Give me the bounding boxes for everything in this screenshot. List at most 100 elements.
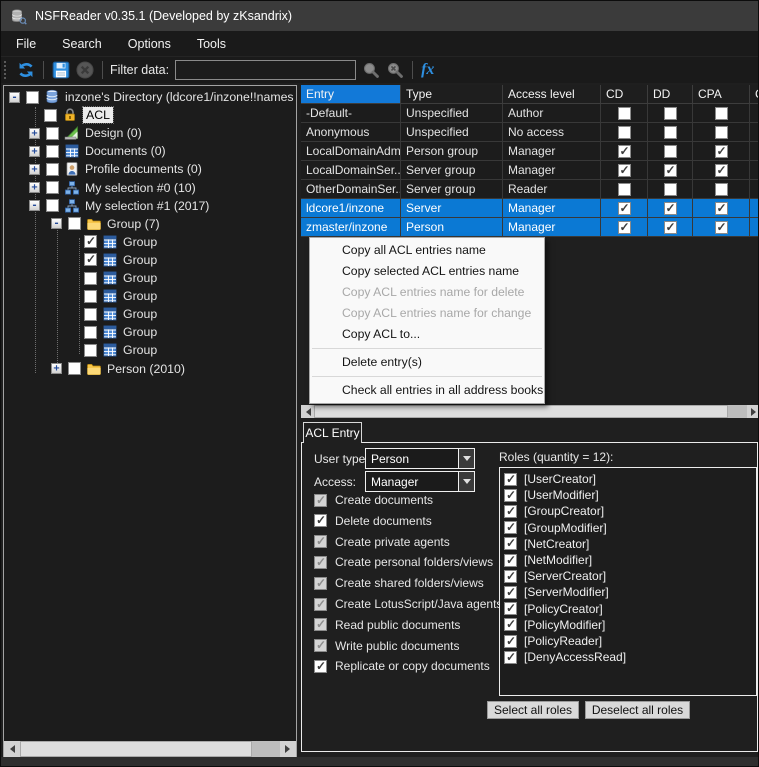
- dd-checkbox[interactable]: [664, 183, 677, 196]
- cell-cpa[interactable]: [693, 180, 750, 198]
- cell-entry[interactable]: LocalDomainAdm...: [301, 142, 401, 160]
- tree-item[interactable]: - Group (7): [4, 215, 296, 233]
- cell-cpa[interactable]: [693, 218, 750, 236]
- scroll-right-arrow[interactable]: [280, 741, 296, 757]
- cd-checkbox[interactable]: [618, 164, 631, 177]
- cell-type[interactable]: Server group: [401, 161, 503, 179]
- tree-expander[interactable]: +: [29, 146, 40, 157]
- tree-item-label[interactable]: Profile documents (0): [85, 162, 202, 176]
- tree-item[interactable]: + Documents (0): [4, 142, 296, 160]
- cell-type[interactable]: Server group: [401, 180, 503, 198]
- cd-checkbox[interactable]: [618, 202, 631, 215]
- tree-checkbox[interactable]: [46, 127, 59, 140]
- tree-item-label[interactable]: ACL: [83, 107, 113, 123]
- scroll-left-arrow[interactable]: [4, 741, 20, 757]
- tree-expander[interactable]: +: [29, 182, 40, 193]
- acl-table-row[interactable]: LocalDomainSer... Server group Manager: [301, 161, 759, 180]
- tree-checkbox[interactable]: [84, 326, 97, 339]
- tree-item[interactable]: + My selection #0 (10): [4, 179, 296, 197]
- privilege-item[interactable]: Write public documents: [314, 636, 460, 656]
- role-item[interactable]: [GroupModifier]: [504, 520, 607, 536]
- cell-access-level[interactable]: No access: [503, 123, 601, 141]
- tree-checkbox[interactable]: [84, 308, 97, 321]
- tree-item[interactable]: Group: [4, 251, 296, 269]
- privilege-item[interactable]: Read public documents: [314, 615, 460, 635]
- cell-entry[interactable]: -Default-: [301, 104, 401, 122]
- role-checkbox[interactable]: [504, 489, 517, 502]
- role-item[interactable]: [PolicyReader]: [504, 633, 602, 649]
- menu-search[interactable]: Search: [49, 33, 115, 55]
- cell-access-level[interactable]: Manager: [503, 218, 601, 236]
- cell-access-level[interactable]: Manager: [503, 161, 601, 179]
- privilege-item[interactable]: Create LotusScript/Java agents: [314, 594, 502, 614]
- cell-dd[interactable]: [648, 161, 693, 179]
- cpa-checkbox[interactable]: [715, 107, 728, 120]
- tree-checkbox[interactable]: [84, 235, 97, 248]
- context-menu-item[interactable]: Copy all ACL entries name: [310, 240, 544, 261]
- cell-cd[interactable]: [601, 142, 648, 160]
- column-type[interactable]: Type: [401, 85, 503, 103]
- cpa-checkbox[interactable]: [715, 221, 728, 234]
- role-item[interactable]: [UserCreator]: [504, 471, 596, 487]
- scrollbar-track[interactable]: [728, 405, 747, 418]
- cell-entry[interactable]: ldcore1/inzone: [301, 199, 401, 217]
- cell-entry[interactable]: LocalDomainSer...: [301, 161, 401, 179]
- context-menu-item[interactable]: Delete entry(s): [310, 352, 544, 373]
- tree-item-label[interactable]: Group: [123, 235, 157, 249]
- column-truncated[interactable]: C: [750, 85, 759, 103]
- privilege-checkbox[interactable]: [314, 514, 327, 527]
- role-item[interactable]: [NetCreator]: [504, 536, 589, 552]
- dd-checkbox[interactable]: [664, 126, 677, 139]
- search-icon[interactable]: [361, 60, 381, 80]
- cpa-checkbox[interactable]: [715, 202, 728, 215]
- context-menu-item[interactable]: Copy selected ACL entries name: [310, 261, 544, 282]
- tree-expander[interactable]: +: [29, 128, 40, 139]
- cell-entry[interactable]: OtherDomainSer...: [301, 180, 401, 198]
- tree-item-label[interactable]: Group: [123, 343, 157, 357]
- dd-checkbox[interactable]: [664, 164, 677, 177]
- scrollbar-track[interactable]: [252, 741, 280, 757]
- filter-input[interactable]: [175, 60, 356, 80]
- role-item[interactable]: [UserModifier]: [504, 487, 599, 503]
- role-checkbox[interactable]: [504, 505, 517, 518]
- tree-checkbox[interactable]: [46, 145, 59, 158]
- refresh-icon[interactable]: [16, 60, 36, 80]
- role-checkbox[interactable]: [504, 521, 517, 534]
- chevron-down-icon[interactable]: [458, 472, 474, 491]
- cpa-checkbox[interactable]: [715, 164, 728, 177]
- dd-checkbox[interactable]: [664, 202, 677, 215]
- cell-entry[interactable]: zmaster/inzone: [301, 218, 401, 236]
- tree-checkbox[interactable]: [84, 253, 97, 266]
- cpa-checkbox[interactable]: [715, 183, 728, 196]
- scrollbar-thumb[interactable]: [20, 741, 252, 757]
- tree-item-label[interactable]: Documents (0): [85, 144, 166, 158]
- tree-item[interactable]: Group: [4, 233, 296, 251]
- scrollbar-thumb[interactable]: [314, 405, 728, 418]
- privilege-item[interactable]: Replicate or copy documents: [314, 656, 490, 676]
- context-menu-item[interactable]: Check all entries in all address books: [310, 380, 544, 401]
- scroll-left-arrow[interactable]: [301, 405, 314, 418]
- cd-checkbox[interactable]: [618, 107, 631, 120]
- role-checkbox[interactable]: [504, 586, 517, 599]
- column-cd[interactable]: CD: [601, 85, 648, 103]
- table-hscrollbar[interactable]: [301, 405, 759, 418]
- tree-item-label[interactable]: Group: [123, 253, 157, 267]
- cell-cd[interactable]: [601, 161, 648, 179]
- tree-checkbox[interactable]: [84, 344, 97, 357]
- cpa-checkbox[interactable]: [715, 145, 728, 158]
- cell-dd[interactable]: [648, 123, 693, 141]
- tree-checkbox[interactable]: [26, 91, 39, 104]
- role-checkbox[interactable]: [504, 602, 517, 615]
- role-checkbox[interactable]: [504, 618, 517, 631]
- chevron-down-icon[interactable]: [458, 449, 474, 468]
- tree-item-label[interactable]: Group (7): [107, 217, 160, 231]
- menu-options[interactable]: Options: [115, 33, 184, 55]
- privilege-item[interactable]: Create private agents: [314, 532, 450, 552]
- cell-cd[interactable]: [601, 123, 648, 141]
- tree-checkbox[interactable]: [84, 290, 97, 303]
- tree-expander[interactable]: -: [51, 218, 62, 229]
- privilege-item[interactable]: Delete documents: [314, 511, 432, 531]
- role-checkbox[interactable]: [504, 554, 517, 567]
- acl-table-row[interactable]: ldcore1/inzone Server Manager: [301, 199, 759, 218]
- tree-item-label[interactable]: My selection #0 (10): [85, 181, 196, 195]
